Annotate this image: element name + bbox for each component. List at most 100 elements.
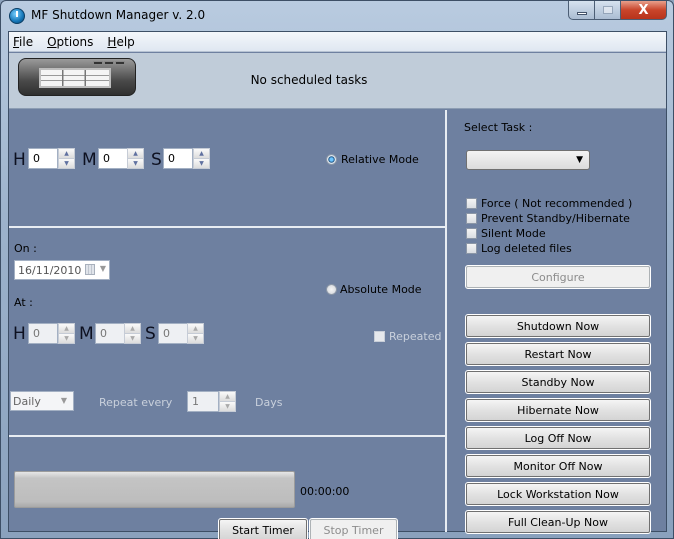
spin-up-icon[interactable]: ▲: [188, 324, 203, 334]
silent-mode-checkbox[interactable]: [466, 228, 477, 239]
absolute-mode-label[interactable]: Absolute Mode: [340, 283, 422, 296]
repeated-checkbox[interactable]: [374, 331, 385, 342]
repeat-unit-label: Days: [255, 396, 283, 409]
rel-seconds-input[interactable]: 0: [163, 148, 193, 169]
spin-up-icon[interactable]: ▲: [194, 149, 209, 159]
on-label: On :: [14, 242, 37, 255]
relative-mode-label[interactable]: Relative Mode: [341, 153, 419, 166]
at-label: At :: [14, 296, 33, 309]
minimize-button[interactable]: [568, 1, 595, 20]
force-checkbox[interactable]: [466, 198, 477, 209]
stop-timer-button[interactable]: Stop Timer: [309, 518, 398, 539]
timer-progress-bar: [14, 471, 295, 508]
close-icon: X: [638, 2, 649, 18]
log-deleted-label[interactable]: Log deleted files: [481, 242, 572, 255]
rel-hours-label: H: [13, 150, 26, 170]
relative-mode-section: H 0 ▲ ▼ M 0 ▲ ▼ S 0 ▲ ▼ Relative Mode: [9, 110, 447, 228]
rel-minutes-input[interactable]: 0: [98, 148, 128, 169]
relative-mode-radio[interactable]: [326, 154, 337, 165]
restart-now-button[interactable]: Restart Now: [465, 342, 651, 366]
shutdown-now-button[interactable]: Shutdown Now: [465, 314, 651, 338]
spin-down-icon[interactable]: ▼: [128, 159, 143, 168]
window-controls: X: [568, 1, 667, 21]
silent-mode-label[interactable]: Silent Mode: [481, 227, 546, 240]
menu-options[interactable]: Options: [47, 35, 93, 49]
full-cleanup-now-button[interactable]: Full Clean-Up Now: [465, 510, 651, 534]
spin-down-icon[interactable]: ▼: [59, 159, 74, 168]
menu-options-accel: O: [47, 34, 57, 49]
power-icon: [9, 8, 25, 24]
abs-minutes-input[interactable]: 0: [95, 323, 125, 344]
close-button[interactable]: X: [621, 1, 667, 20]
date-picker[interactable]: 16/11/2010 ▼: [14, 260, 110, 280]
abs-seconds-spinner[interactable]: ▲ ▼: [187, 323, 204, 344]
timer-elapsed: 00:00:00: [300, 485, 350, 498]
repeat-type-dropdown[interactable]: Daily ▼: [10, 391, 74, 411]
spin-up-icon[interactable]: ▲: [128, 149, 143, 159]
prevent-standby-label[interactable]: Prevent Standby/Hibernate: [481, 212, 630, 225]
window-title: MF Shutdown Manager v. 2.0: [31, 8, 206, 22]
menu-bar: File Options Help: [9, 32, 666, 52]
spin-up-icon[interactable]: ▲: [125, 324, 140, 334]
absolute-mode-section: On : 16/11/2010 ▼ At : H 0 ▲ ▼ M 0 ▲ ▼ S 0…: [9, 230, 447, 437]
header-band: No scheduled tasks: [9, 53, 666, 109]
monitor-off-now-button[interactable]: Monitor Off Now: [465, 454, 651, 478]
menu-file[interactable]: File: [13, 35, 33, 49]
rel-seconds-spinner[interactable]: ▲ ▼: [193, 148, 210, 169]
calendar-icon[interactable]: [85, 264, 95, 275]
repeat-type-value: Daily: [13, 395, 41, 408]
prevent-standby-checkbox[interactable]: [466, 213, 477, 224]
timer-section: 00:00:00 Start Timer Stop Timer: [9, 439, 447, 539]
menu-help[interactable]: Help: [107, 35, 134, 49]
abs-minutes-spinner[interactable]: ▲ ▼: [124, 323, 141, 344]
rel-minutes-spinner[interactable]: ▲ ▼: [127, 148, 144, 169]
lock-workstation-now-button[interactable]: Lock Workstation Now: [465, 482, 651, 506]
spin-down-icon[interactable]: ▼: [188, 334, 203, 343]
status-text: No scheduled tasks: [250, 73, 368, 87]
absolute-mode-radio[interactable]: [326, 284, 337, 295]
spin-down-icon[interactable]: ▼: [59, 334, 74, 343]
minimize-icon: [576, 11, 587, 15]
spin-up-icon[interactable]: ▲: [59, 324, 74, 334]
spin-down-icon[interactable]: ▼: [125, 334, 140, 343]
logo-buttons: [93, 61, 125, 65]
abs-hours-label: H: [13, 324, 26, 344]
client-area: File Options Help No scheduled tasks H 0…: [8, 31, 667, 539]
spin-down-icon[interactable]: ▼: [220, 402, 235, 411]
rel-seconds-label: S: [151, 150, 162, 170]
chevron-down-icon[interactable]: ▼: [100, 264, 106, 273]
abs-seconds-input[interactable]: 0: [158, 323, 188, 344]
menu-help-label: elp: [116, 34, 135, 49]
rel-minutes-label: M: [82, 150, 97, 170]
spin-down-icon[interactable]: ▼: [194, 159, 209, 168]
rel-hours-input[interactable]: 0: [28, 148, 58, 169]
rel-hours-spinner[interactable]: ▲ ▼: [58, 148, 75, 169]
abs-hours-spinner[interactable]: ▲ ▼: [58, 323, 75, 344]
menu-file-label: ile: [19, 34, 34, 49]
chevron-down-icon: ▼: [576, 155, 583, 165]
title-bar[interactable]: MF Shutdown Manager v. 2.0 X: [1, 1, 673, 31]
spin-up-icon[interactable]: ▲: [220, 392, 235, 402]
repeat-every-input[interactable]: 1: [187, 391, 219, 412]
spin-up-icon[interactable]: ▲: [59, 149, 74, 159]
hibernate-now-button[interactable]: Hibernate Now: [465, 398, 651, 422]
date-value: 16/11/2010: [18, 264, 82, 277]
maximize-icon: [602, 6, 613, 14]
configure-button[interactable]: Configure: [465, 265, 651, 289]
repeat-every-label: Repeat every: [99, 396, 173, 409]
start-timer-button[interactable]: Start Timer: [218, 518, 308, 539]
force-label[interactable]: Force ( Not recommended ): [481, 197, 632, 210]
menu-options-label: ptions: [56, 34, 94, 49]
standby-now-button[interactable]: Standby Now: [465, 370, 651, 394]
select-task-dropdown[interactable]: ▼: [466, 150, 590, 170]
abs-minutes-label: M: [79, 324, 94, 344]
schedule-panel: H 0 ▲ ▼ M 0 ▲ ▼ S 0 ▲ ▼ Relative Mode On : …: [9, 110, 447, 539]
app-window: MF Shutdown Manager v. 2.0 X File Option…: [0, 0, 674, 539]
abs-seconds-label: S: [145, 324, 156, 344]
maximize-button: [595, 1, 621, 20]
log-deleted-checkbox[interactable]: [466, 243, 477, 254]
repeated-label: Repeated: [389, 330, 442, 343]
abs-hours-input[interactable]: 0: [28, 323, 58, 344]
log-off-now-button[interactable]: Log Off Now: [465, 426, 651, 450]
repeat-every-spinner[interactable]: ▲ ▼: [219, 391, 236, 412]
